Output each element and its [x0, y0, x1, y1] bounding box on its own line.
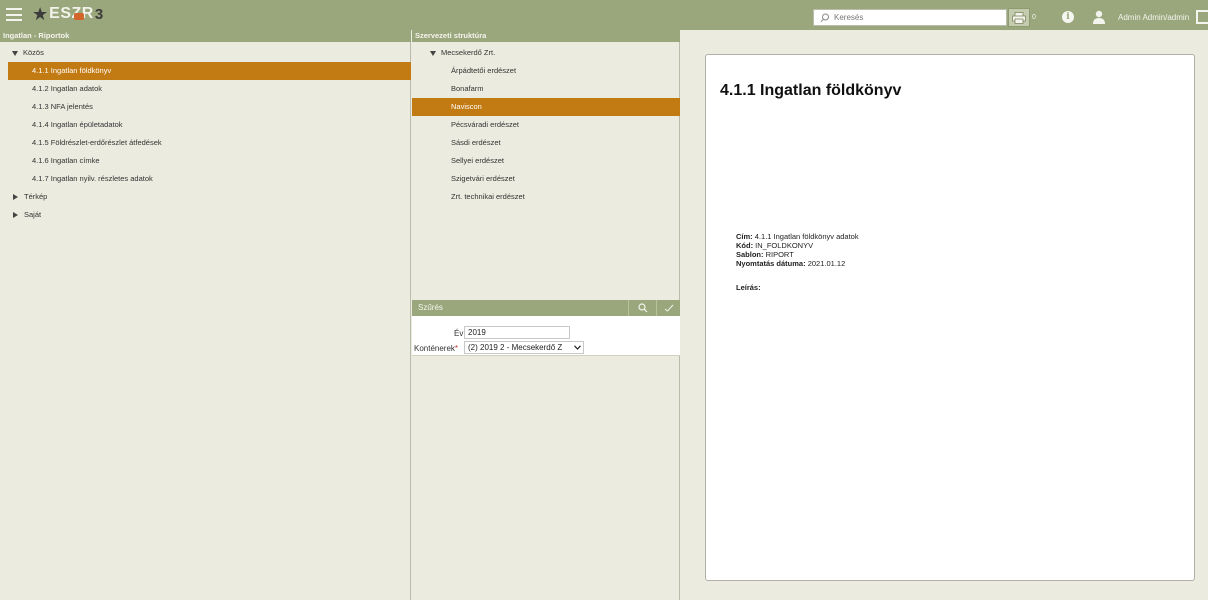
print-date-value: 2021.01.12	[807, 259, 846, 268]
required-marker: *	[454, 344, 459, 353]
org-item-label: Pécsváradi erdészet	[451, 120, 519, 129]
star-icon: ★	[32, 4, 49, 24]
containers-select[interactable]: (2) 2019 2 - Mecsekerdő Z	[464, 341, 584, 354]
tree-item-label: 4.1.6 Ingatlan címke	[32, 156, 100, 165]
cim-label: Cím:	[736, 232, 753, 241]
tree-item-4-1-7[interactable]: 4.1.7 Ingatlan nyilv. részletes adatok	[32, 170, 153, 188]
report-print-date: Nyomtatás dátuma: 2021.01.12	[736, 259, 845, 268]
app-logo[interactable]: ★ ESZR 3	[32, 3, 103, 25]
report-kod: Kód: IN_FOLDKONYV	[736, 241, 813, 250]
org-item-sellyei[interactable]: Sellyei erdészet	[451, 152, 504, 170]
filter-header: Szűrés	[412, 300, 680, 316]
org-item-label: Zrt. technikai erdészet	[451, 192, 525, 201]
tree-folder-label: Saját	[24, 210, 42, 219]
sablon-label: Sablon:	[736, 250, 764, 259]
info-icon[interactable]: i	[1062, 11, 1074, 23]
org-item-label: Naviscon	[451, 102, 482, 111]
kod-label: Kód:	[736, 241, 754, 250]
reports-panel-title: Ingatlan - Riportok	[0, 30, 411, 42]
tree-item-label: 4.1.3 NFA jelentés	[32, 102, 93, 111]
tree-item-label: 4.1.5 Földrészlet-erdőrészlet átfedések	[32, 138, 162, 147]
org-structure-panel: Szervezeti struktúra Mecsekerdő Zrt. Árp…	[412, 30, 680, 600]
top-bar: ★ ESZR 3 Keresés 0 i Admin Admin/admin	[0, 0, 1208, 30]
search-icon	[637, 303, 647, 313]
tree-folder-label: Közös	[23, 48, 44, 57]
print-date-label: Nyomtatás dátuma:	[736, 259, 806, 268]
tree-item-label: 4.1.1 Ingatlan földkönyv	[32, 66, 112, 75]
search-icon	[820, 13, 829, 22]
print-count-badge: 0	[1032, 14, 1036, 21]
tree-item-label: 4.1.4 Ingatlan épületadatok	[32, 120, 123, 129]
sablon-value: RIPORT	[765, 250, 794, 259]
org-item-label: Sásdi erdészet	[451, 138, 501, 147]
org-item-label: Bonafarm	[451, 84, 484, 93]
cim-value: 4.1.1 Ingatlan földkönyv adatok	[754, 232, 859, 241]
collapsed-caret-icon	[13, 194, 18, 201]
logo-badge	[74, 13, 84, 20]
tree-item-4-1-3[interactable]: 4.1.3 NFA jelentés	[32, 98, 93, 116]
tree-folder-terkep[interactable]: Térkép	[13, 188, 47, 206]
filter-form: Év 2019 Konténerek* (2) 2019 2 - Mecseke…	[412, 316, 680, 356]
checkmark-icon	[664, 304, 673, 312]
tree-item-4-1-4[interactable]: 4.1.4 Ingatlan épületadatok	[32, 116, 123, 134]
tree-folder-label: Térkép	[24, 192, 48, 201]
org-item-label: Szigetvári erdészet	[451, 174, 515, 183]
filter-apply-button[interactable]	[656, 300, 680, 316]
tree-item-4-1-2[interactable]: 4.1.2 Ingatlan adatok	[32, 80, 102, 98]
org-structure-title: Szervezeti struktúra	[412, 30, 680, 42]
print-queue-button[interactable]	[1008, 8, 1030, 27]
printer-icon	[1012, 11, 1026, 24]
collapsed-caret-icon	[13, 212, 18, 219]
report-description: Leírás:	[736, 283, 761, 292]
expanded-caret-icon	[12, 50, 18, 56]
org-item-arpadtetoi[interactable]: Árpádtetői erdészet	[451, 62, 516, 80]
logo-version: 3	[94, 5, 104, 23]
org-item-naviscon[interactable]: Naviscon	[412, 98, 680, 116]
tree-item-label: 4.1.2 Ingatlan adatok	[32, 84, 103, 93]
year-label: Év	[454, 329, 464, 338]
logout-icon[interactable]	[1196, 10, 1208, 24]
tree-item-4-1-5[interactable]: 4.1.5 Földrészlet-erdőrészlet átfedések	[32, 134, 162, 152]
logo-text: ESZR	[49, 5, 94, 22]
search-input[interactable]: Keresés	[834, 13, 863, 22]
hamburger-menu-icon[interactable]	[6, 8, 22, 21]
tree-item-4-1-1[interactable]: 4.1.1 Ingatlan földkönyv	[8, 62, 411, 80]
containers-label: Konténerek*	[414, 344, 458, 353]
search-box[interactable]: Keresés	[813, 9, 1007, 26]
org-item-pecsvaradi[interactable]: Pécsváradi erdészet	[451, 116, 519, 134]
report-title: 4.1.1 Ingatlan földkönyv	[720, 82, 902, 99]
tree-item-4-1-6[interactable]: 4.1.6 Ingatlan címke	[32, 152, 100, 170]
report-preview-panel: 4.1.1 Ingatlan földkönyv Cím: 4.1.1 Inga…	[681, 30, 1208, 600]
org-item-sasdi[interactable]: Sásdi erdészet	[451, 134, 501, 152]
filter-search-button[interactable]	[628, 300, 656, 316]
filter-title: Szűrés	[418, 303, 443, 312]
tree-item-label: 4.1.7 Ingatlan nyilv. részletes adatok	[32, 174, 153, 183]
tree-folder-kozos[interactable]: Közös	[12, 44, 44, 62]
report-sablon: Sablon: RIPORT	[736, 250, 794, 259]
org-root-label: Mecsekerdő Zrt.	[441, 48, 496, 57]
containers-label-text: Konténerek	[414, 344, 455, 353]
expanded-caret-icon	[430, 50, 436, 56]
user-icon[interactable]	[1093, 10, 1105, 24]
reports-panel: Ingatlan - Riportok Közös 4.1.1 Ingatlan…	[0, 30, 411, 600]
containers-selected-value: (2) 2019 2 - Mecsekerdő Z	[468, 343, 563, 352]
chevron-down-icon	[574, 345, 581, 350]
report-document: 4.1.1 Ingatlan földkönyv Cím: 4.1.1 Inga…	[705, 54, 1195, 581]
org-item-bonafarm[interactable]: Bonafarm	[451, 80, 484, 98]
org-item-szigetvari[interactable]: Szigetvári erdészet	[451, 170, 515, 188]
user-name[interactable]: Admin Admin/admin	[1118, 13, 1189, 22]
tree-folder-sajat[interactable]: Saját	[13, 206, 41, 224]
org-item-zrt-technikai[interactable]: Zrt. technikai erdészet	[451, 188, 525, 206]
kod-value: IN_FOLDKONYV	[755, 241, 814, 250]
org-item-label: Sellyei erdészet	[451, 156, 504, 165]
org-root-mecsekerdo[interactable]: Mecsekerdő Zrt.	[430, 44, 495, 62]
description-label: Leírás:	[736, 283, 761, 292]
year-input[interactable]: 2019	[464, 326, 570, 339]
org-item-label: Árpádtetői erdészet	[451, 66, 517, 75]
report-cim: Cím: 4.1.1 Ingatlan földkönyv adatok	[736, 232, 859, 241]
